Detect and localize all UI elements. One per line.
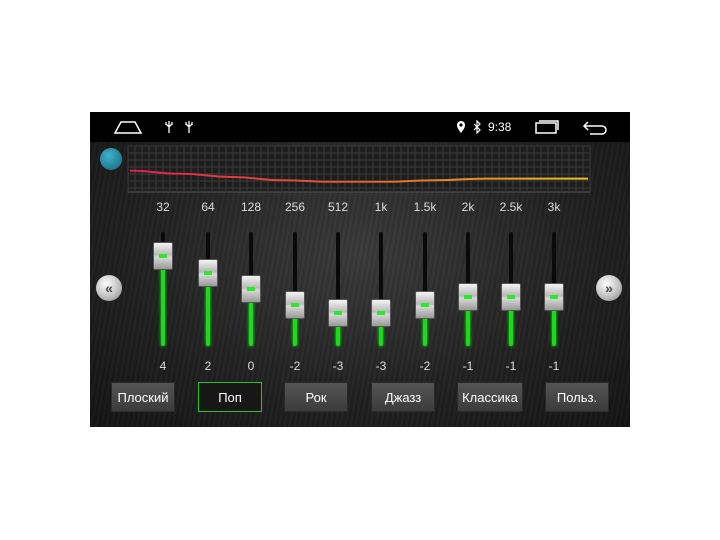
band-value-label: -2 <box>289 359 301 373</box>
eq-curve-graph <box>127 145 591 193</box>
band-frequency-label: 3k <box>547 200 561 214</box>
slider-thumb[interactable] <box>458 283 478 312</box>
usb-icon <box>162 112 176 142</box>
slider-thumb[interactable] <box>285 291 305 320</box>
preset-button[interactable]: Плоский <box>111 382 175 412</box>
slider-thumb[interactable] <box>415 291 435 320</box>
slider-thumb[interactable] <box>241 275 261 303</box>
status-bar: 9:38 <box>90 112 630 142</box>
preset-button[interactable]: Польз. <box>545 382 609 412</box>
prev-page-button[interactable]: « <box>96 275 122 301</box>
band-slider[interactable] <box>367 232 395 346</box>
band-value-label: -1 <box>548 359 560 373</box>
band-frequency-label: 1k <box>374 200 388 214</box>
equalizer-screen: 9:38 32 64 128 256 512 1k 1.5k 2k 2.5k 3k 4 2 0 -2 -3… <box>90 112 630 427</box>
preset-button[interactable]: Джазз <box>371 382 435 412</box>
band-value-label: 4 <box>159 359 167 373</box>
back-icon[interactable] <box>580 112 610 142</box>
preset-button[interactable]: Поп <box>198 382 262 412</box>
band-slider[interactable] <box>497 232 525 346</box>
band-value-label: -1 <box>462 359 474 373</box>
band-slider[interactable] <box>454 232 482 346</box>
band-value-label: -2 <box>419 359 431 373</box>
next-page-button[interactable]: » <box>596 275 622 301</box>
band-value-label: 0 <box>247 359 255 373</box>
preset-button[interactable]: Классика <box>457 382 523 412</box>
band-value-label: 2 <box>204 359 212 373</box>
bluetooth-icon <box>470 112 484 142</box>
band-value-label: -3 <box>332 359 344 373</box>
band-frequency-label: 2k <box>461 200 475 214</box>
recent-apps-icon[interactable] <box>532 112 562 142</box>
status-clock: 9:38 <box>488 120 512 134</box>
slider-thumb[interactable] <box>328 299 348 328</box>
band-frequency-label: 512 <box>327 200 349 214</box>
slider-thumb[interactable] <box>501 283 521 312</box>
usb-icon <box>182 112 196 142</box>
slider-thumb[interactable] <box>371 299 391 328</box>
band-slider[interactable] <box>194 232 222 346</box>
band-frequency-label: 1.5k <box>413 200 437 214</box>
slider-thumb[interactable] <box>153 242 173 271</box>
home-icon[interactable] <box>112 112 144 142</box>
band-slider[interactable] <box>540 232 568 346</box>
band-frequency-label: 32 <box>156 200 170 214</box>
band-slider[interactable] <box>411 232 439 346</box>
band-slider[interactable] <box>324 232 352 346</box>
band-slider[interactable] <box>237 232 265 346</box>
slider-thumb[interactable] <box>198 258 218 287</box>
band-value-label: -3 <box>375 359 387 373</box>
slider-thumb[interactable] <box>544 283 564 312</box>
band-value-label: -1 <box>505 359 517 373</box>
preset-button[interactable]: Рок <box>284 382 348 412</box>
band-frequency-label: 64 <box>201 200 215 214</box>
location-pin-icon <box>454 112 468 142</box>
band-frequency-label: 256 <box>284 200 306 214</box>
band-frequency-label: 2.5k <box>499 200 523 214</box>
band-frequency-label: 128 <box>240 200 262 214</box>
band-slider[interactable] <box>281 232 309 346</box>
band-slider[interactable] <box>149 232 177 346</box>
